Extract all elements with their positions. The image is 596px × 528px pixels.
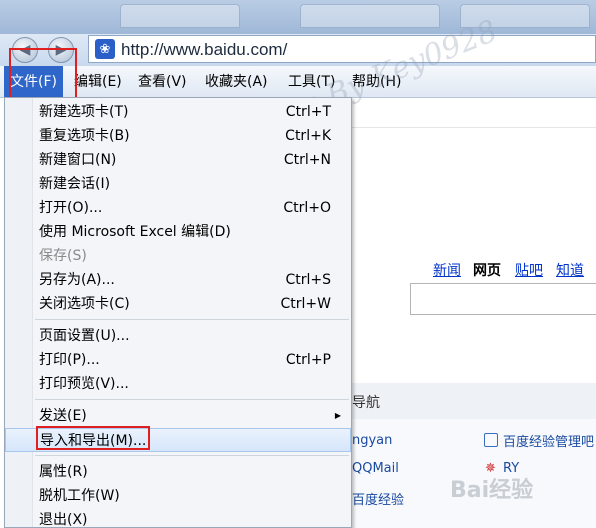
menu-item-shortcut: Ctrl+O xyxy=(283,200,331,216)
menu-item-shortcut: Ctrl+P xyxy=(285,352,331,368)
menu-item-shortcut: Ctrl+W xyxy=(280,296,331,312)
link-news[interactable]: 新闻 xyxy=(433,260,461,280)
menu-item-label: 保存(S) xyxy=(39,248,87,264)
menu-item-label: 重复选项卡(B) xyxy=(39,128,130,144)
menu-item-label: 关闭选项卡(C) xyxy=(39,296,130,312)
menu-item-label: 脱机工作(W) xyxy=(39,488,120,504)
menu-item-label: 另存为(A)... xyxy=(39,272,115,288)
search-input[interactable] xyxy=(410,283,596,315)
menu-item-close-tab[interactable]: 关闭选项卡(C) Ctrl+W xyxy=(5,292,351,316)
menu-item-save-as[interactable]: 另存为(A)... Ctrl+S xyxy=(5,268,351,292)
menu-item-label: 新建会话(I) xyxy=(39,176,111,192)
menu-item-shortcut: Ctrl+K xyxy=(285,128,331,144)
baidu-paw-icon: ❀ xyxy=(95,39,115,59)
doc-icon xyxy=(484,433,498,447)
menu-item-label: 新建选项卡(T) xyxy=(39,104,129,120)
menu-item-work-offline[interactable]: 脱机工作(W) xyxy=(5,484,351,508)
nav-title: 导航 xyxy=(352,395,380,411)
menu-item-send[interactable]: 发送(E) ▶ xyxy=(5,404,351,428)
file-menu-highlight-box xyxy=(9,48,77,100)
menu-edit[interactable]: 编辑(E) xyxy=(74,66,122,98)
menu-item-duplicate-tab[interactable]: 重复选项卡(B) Ctrl+K xyxy=(5,124,351,148)
menu-item-label: 打印预览(V)... xyxy=(39,376,129,392)
menu-item-shortcut: Ctrl+S xyxy=(285,272,331,288)
menu-item-print-preview[interactable]: 打印预览(V)... xyxy=(5,372,351,396)
title-bar xyxy=(0,0,596,34)
background-tab[interactable] xyxy=(300,4,440,28)
menu-item-label: 页面设置(U)... xyxy=(39,328,130,344)
nav-link[interactable]: ngyan xyxy=(352,433,392,448)
menu-favorites[interactable]: 收藏夹(A) xyxy=(205,66,268,98)
nav-link[interactable]: 百度经验管理吧 xyxy=(503,431,594,450)
submenu-arrow-icon: ▶ xyxy=(334,411,341,420)
menu-item-label: 打印(P)... xyxy=(39,352,100,368)
link-zhidao[interactable]: 知道 xyxy=(556,260,584,280)
link-tieba[interactable]: 贴吧 xyxy=(515,260,543,280)
menu-view[interactable]: 查看(V) xyxy=(138,66,187,98)
menu-item-label: 退出(X) xyxy=(39,512,88,528)
link-web[interactable]: 网页 xyxy=(473,260,501,280)
menu-item-new-session[interactable]: 新建会话(I) xyxy=(5,172,351,196)
menu-item-new-window[interactable]: 新建窗口(N) Ctrl+N xyxy=(5,148,351,172)
address-url[interactable]: http://www.baidu.com/ xyxy=(121,40,287,60)
file-dropdown-menu: 新建选项卡(T) Ctrl+T 重复选项卡(B) Ctrl+K 新建窗口(N) Ctr… xyxy=(4,97,352,528)
menu-item-label: 发送(E) xyxy=(39,408,87,424)
menu-item-label: 新建窗口(N) xyxy=(39,152,117,168)
menu-item-edit-with-excel[interactable]: 使用 Microsoft Excel 编辑(D) xyxy=(5,220,351,244)
menu-separator xyxy=(35,399,349,400)
background-tab[interactable] xyxy=(120,4,240,28)
nav-header xyxy=(352,383,596,419)
divider xyxy=(352,127,596,128)
import-export-highlight-box xyxy=(36,426,150,450)
menu-item-open[interactable]: 打开(O)... Ctrl+O xyxy=(5,196,351,220)
nav-link[interactable]: QQMail xyxy=(352,461,399,476)
menu-item-page-setup[interactable]: 页面设置(U)... xyxy=(5,324,351,348)
menu-item-properties[interactable]: 属性(R) xyxy=(5,460,351,484)
nav-link[interactable]: 百度经验 xyxy=(352,489,404,508)
menu-item-label: 属性(R) xyxy=(39,464,88,480)
menu-item-shortcut: Ctrl+T xyxy=(285,104,331,120)
address-bar[interactable]: ❀ http://www.baidu.com/ xyxy=(88,35,596,63)
menu-item-shortcut: Ctrl+N xyxy=(283,152,331,168)
baidu-watermark: Bai经验 xyxy=(450,478,534,503)
menu-item-save: 保存(S) xyxy=(5,244,351,268)
menu-item-label: 打开(O)... xyxy=(39,200,103,216)
menu-separator xyxy=(35,319,349,320)
menu-item-label: 使用 Microsoft Excel 编辑(D) xyxy=(39,224,231,240)
menu-separator xyxy=(35,455,349,456)
menu-item-new-tab[interactable]: 新建选项卡(T) Ctrl+T xyxy=(5,100,351,124)
menu-item-print[interactable]: 打印(P)... Ctrl+P xyxy=(5,348,351,372)
menu-item-exit[interactable]: 退出(X) xyxy=(5,508,351,528)
